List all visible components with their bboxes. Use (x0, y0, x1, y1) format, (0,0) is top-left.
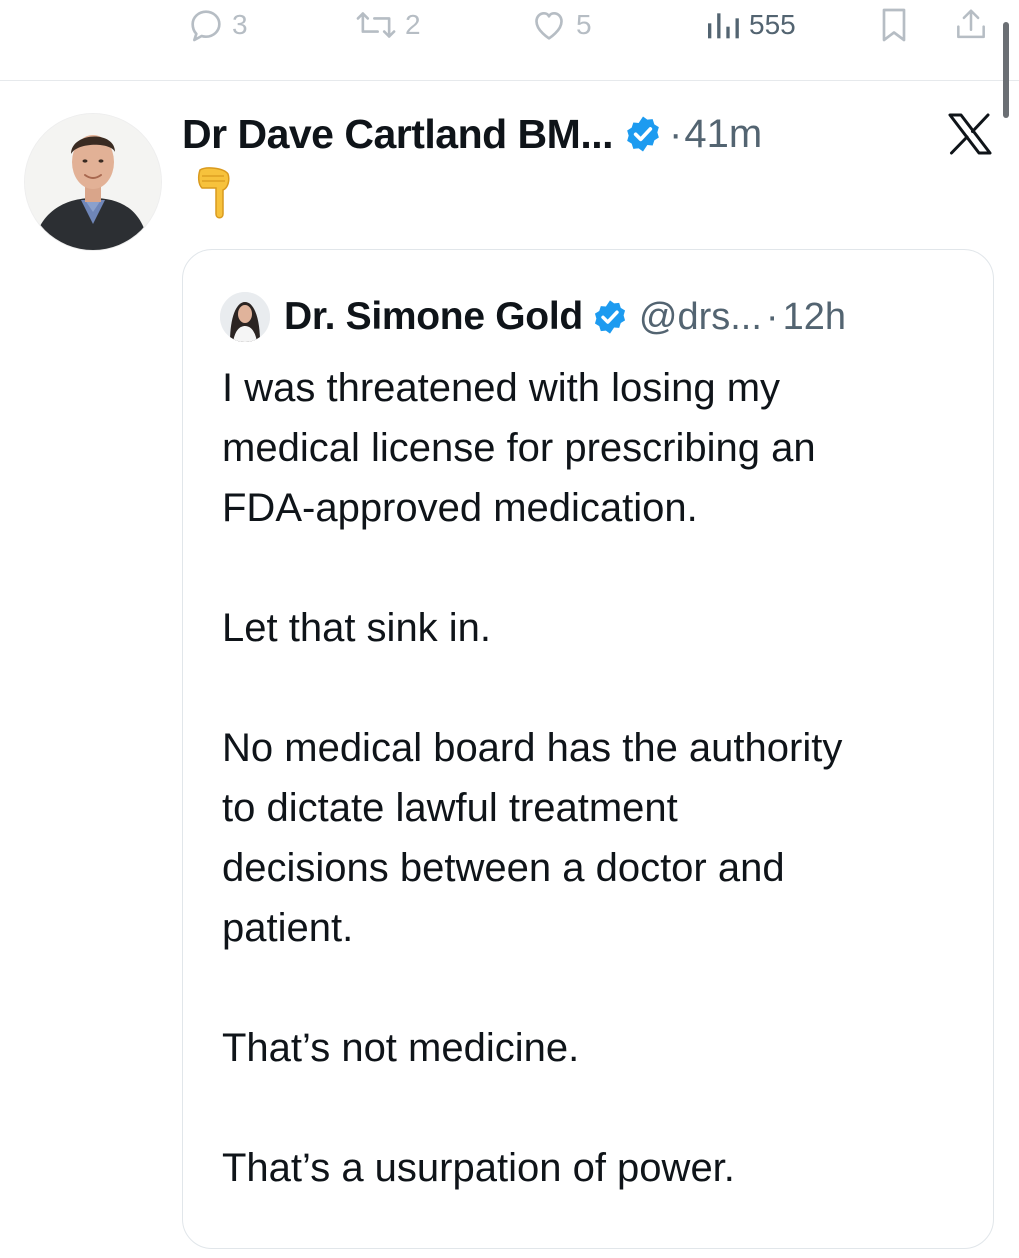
tweet-header: Dr Dave Cartland BM... · 41m (182, 104, 762, 164)
bookmark-icon (882, 8, 906, 42)
share-button[interactable] (952, 4, 990, 46)
views-button[interactable]: 555 (703, 4, 796, 46)
retweet-button[interactable]: 2 (353, 4, 421, 46)
quoted-tweet-header: Dr. Simone Gold @drs... · 12h (220, 290, 846, 344)
x-logo-icon (948, 113, 992, 155)
quoted-separator: · (765, 295, 779, 338)
quoted-tweet-text: I was threatened with losing my medical … (222, 358, 982, 1258)
retweet-icon (356, 12, 396, 38)
quoted-author-name[interactable]: Dr. Simone Gold (284, 295, 583, 339)
tweet-separator: · (669, 111, 683, 156)
reply-icon (191, 10, 221, 42)
reply-button[interactable]: 3 (186, 4, 248, 46)
quoted-author-handle[interactable]: @drs... (639, 296, 762, 339)
tweet-action-bar: 3 2 5 555 (0, 0, 1019, 81)
verified-icon (627, 116, 659, 152)
bookmark-button[interactable] (876, 4, 912, 46)
x-logo-button[interactable] (948, 113, 992, 155)
retweet-count: 2 (405, 9, 421, 40)
views-icon (708, 13, 739, 39)
reply-count: 3 (232, 9, 248, 40)
like-icon (535, 12, 563, 40)
quoted-avatar-portrait (220, 292, 270, 342)
verified-badge[interactable] (623, 114, 663, 154)
backhand-index-pointing-down-icon (197, 167, 230, 219)
quoted-paragraph: I was threatened with losing my medical … (222, 366, 816, 530)
scrollbar-thumb[interactable] (1003, 22, 1009, 118)
pointing-down-emoji (194, 166, 234, 222)
tweet-timestamp[interactable]: 41m (684, 112, 762, 157)
avatar-portrait (25, 114, 161, 250)
quoted-verified-badge[interactable] (591, 298, 629, 336)
quoted-paragraph: Let that sink in. (222, 606, 492, 650)
quoted-paragraph: That’s a usurpation of power. (222, 1146, 735, 1190)
author-name[interactable]: Dr Dave Cartland BM... (182, 111, 614, 158)
views-count: 555 (749, 9, 796, 40)
quoted-timestamp[interactable]: 12h (783, 296, 846, 339)
verified-icon (594, 300, 625, 334)
like-button[interactable]: 5 (528, 4, 592, 46)
quoted-paragraph: That’s not medicine. (222, 1026, 580, 1070)
like-count: 5 (576, 9, 592, 40)
share-icon (957, 9, 985, 39)
author-avatar[interactable] (24, 113, 162, 251)
quoted-author-avatar[interactable] (220, 292, 270, 342)
quoted-paragraph: No medical board has the authority to di… (222, 726, 843, 950)
